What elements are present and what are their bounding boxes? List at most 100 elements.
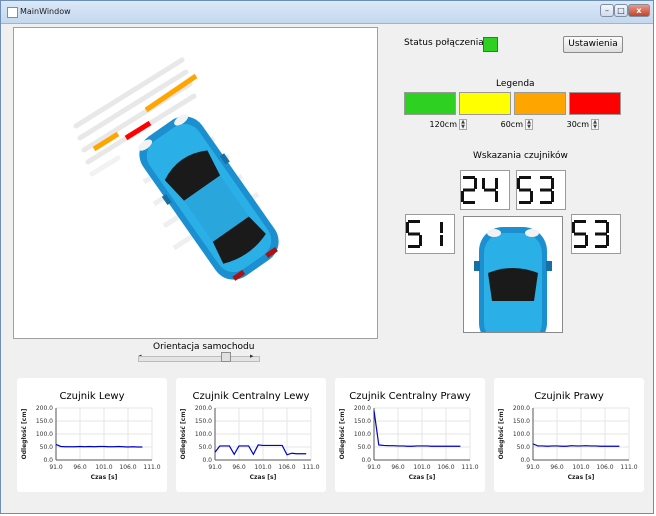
x-tick-label: 101.0	[95, 464, 112, 471]
orientation-label: Orientacja samochodu	[153, 342, 255, 352]
y-tick-label: 50.0	[199, 444, 213, 451]
segment-g	[408, 232, 420, 236]
segment-d	[463, 201, 475, 204]
seven-segment-digits	[406, 220, 443, 248]
segment-a	[595, 220, 607, 223]
x-axis-label: Czas [s]	[91, 474, 118, 481]
x-tick-label: 101.0	[254, 464, 271, 471]
segment-f	[517, 178, 520, 189]
chart-card-center-right: Czujnik Centralny Prawy 91.0 96.0 101.0 106…	[335, 378, 485, 492]
segment-g	[574, 232, 586, 236]
series-line	[55, 443, 143, 448]
segment-c	[495, 191, 498, 202]
segment-b	[551, 178, 554, 189]
segment-g	[484, 188, 496, 192]
segment-f	[482, 178, 485, 189]
x-tick-label: 96.0	[73, 464, 87, 471]
threshold-spinbox-2[interactable]: 60cm ▲ ▼	[495, 119, 533, 131]
segment-g	[540, 188, 552, 192]
segment-c	[585, 235, 588, 246]
segment-g	[463, 188, 475, 192]
x-tick-label: 106.0	[437, 464, 454, 471]
chart-sensor-left: 91.0 96.0 101.0 106.0 111.0 0.0 50.0 100.0 150.0…	[21, 405, 161, 481]
updown-arrows-icon[interactable]: ▲ ▼	[525, 119, 533, 130]
segment-d	[574, 245, 586, 248]
x-tick-label: 96.0	[550, 464, 564, 471]
x-tick-label: 96.0	[232, 464, 246, 471]
series-line	[532, 443, 620, 447]
y-tick-label: 50.0	[358, 444, 372, 451]
window-title: MainWindow	[20, 7, 71, 16]
segment-c	[606, 235, 609, 246]
y-tick-label: 100.0	[195, 431, 212, 438]
connection-status-label: Status połączenia	[404, 38, 484, 48]
y-tick-label: 0.0	[43, 457, 53, 464]
segment-c	[530, 191, 533, 202]
slider-right-arrow-icon[interactable]: ▸	[250, 352, 254, 360]
series-line	[373, 410, 461, 447]
segment-d	[519, 201, 531, 204]
y-tick-label: 150.0	[354, 418, 371, 425]
parking-view	[13, 27, 378, 339]
car-front-icon	[474, 227, 552, 332]
y-tick-label: 100.0	[354, 431, 371, 438]
x-tick-label: 111.0	[302, 464, 319, 471]
sensor-display-left	[405, 214, 455, 254]
segment-a	[540, 176, 552, 179]
x-tick-label: 111.0	[461, 464, 478, 471]
close-button[interactable]: x	[628, 4, 650, 17]
y-axis-label: Odległość [cm]	[180, 408, 187, 459]
client-area: Orientacja samochodu ◂ ▸ Status połączen…	[5, 24, 649, 511]
updown-arrows-icon[interactable]: ▲ ▼	[591, 119, 599, 130]
chart-sensor-center-left: 91.0 96.0 101.0 106.0 111.0 0.0 50.0 100.0 150.0…	[180, 405, 320, 481]
y-tick-label: 200.0	[195, 405, 212, 412]
x-tick-label: 111.0	[143, 464, 160, 471]
threshold-spinbox-3[interactable]: 30cm ▲ ▼	[561, 119, 599, 131]
orientation-slider-handle[interactable]	[220, 352, 231, 362]
updown-arrows-icon[interactable]: ▲ ▼	[459, 119, 467, 130]
segment-d	[408, 245, 420, 248]
y-tick-label: 150.0	[36, 418, 53, 425]
legend-swatch-green	[404, 92, 456, 115]
legend-swatch-yellow	[459, 92, 511, 115]
threshold-value: 120cm	[429, 120, 457, 129]
segment-e	[461, 191, 464, 202]
threshold-spinbox-1[interactable]: 120cm ▲ ▼	[425, 119, 467, 131]
x-tick-label: 101.0	[572, 464, 589, 471]
segment-c	[419, 235, 422, 246]
segment-f	[406, 222, 409, 233]
segment-g	[595, 232, 607, 236]
segment-c	[551, 191, 554, 202]
x-tick-label: 91.0	[49, 464, 63, 471]
y-tick-label: 200.0	[354, 405, 371, 412]
segment-f	[572, 222, 575, 233]
segment-a	[574, 220, 586, 223]
seven-segment-digits	[572, 220, 609, 248]
car-top-view	[138, 114, 279, 281]
segment-a	[408, 220, 420, 223]
x-tick-label: 106.0	[119, 464, 136, 471]
chart-sensor-right: 91.0 96.0 101.0 106.0 111.0 0.0 50.0 100.0 150.0…	[498, 405, 638, 481]
chart-card-right: Czujnik Prawy 91.0 96.0 101.0 106.0 111.0 0.0…	[494, 378, 644, 492]
chart-sensor-center-right: 91.0 96.0 101.0 106.0 111.0 0.0 50.0 100.0 150.0…	[339, 405, 479, 481]
settings-button[interactable]: Ustawienia	[563, 36, 623, 53]
y-tick-label: 150.0	[513, 418, 530, 425]
segment-a	[519, 176, 531, 179]
y-axis-label: Odległość [cm]	[498, 408, 505, 459]
segment-d	[595, 245, 607, 248]
minimize-button[interactable]: –	[600, 4, 614, 17]
y-tick-label: 0.0	[520, 457, 530, 464]
maximize-button[interactable]: □	[614, 4, 628, 17]
y-tick-label: 0.0	[202, 457, 212, 464]
segment-c	[440, 235, 443, 246]
segment-g	[519, 188, 531, 192]
x-axis-label: Czas [s]	[568, 474, 595, 481]
sensor-display-front-left	[460, 170, 510, 210]
orientation-slider[interactable]	[138, 356, 260, 362]
x-tick-label: 106.0	[596, 464, 613, 471]
app-icon	[7, 7, 18, 18]
sensor-display-front-right	[516, 170, 566, 210]
title-bar[interactable]: MainWindow – □ x	[1, 1, 653, 24]
chart-card-left: Czujnik Lewy 91.0 96.0 101.0 106.0 111.0 0.0 5…	[17, 378, 167, 492]
segment-d	[540, 201, 552, 204]
